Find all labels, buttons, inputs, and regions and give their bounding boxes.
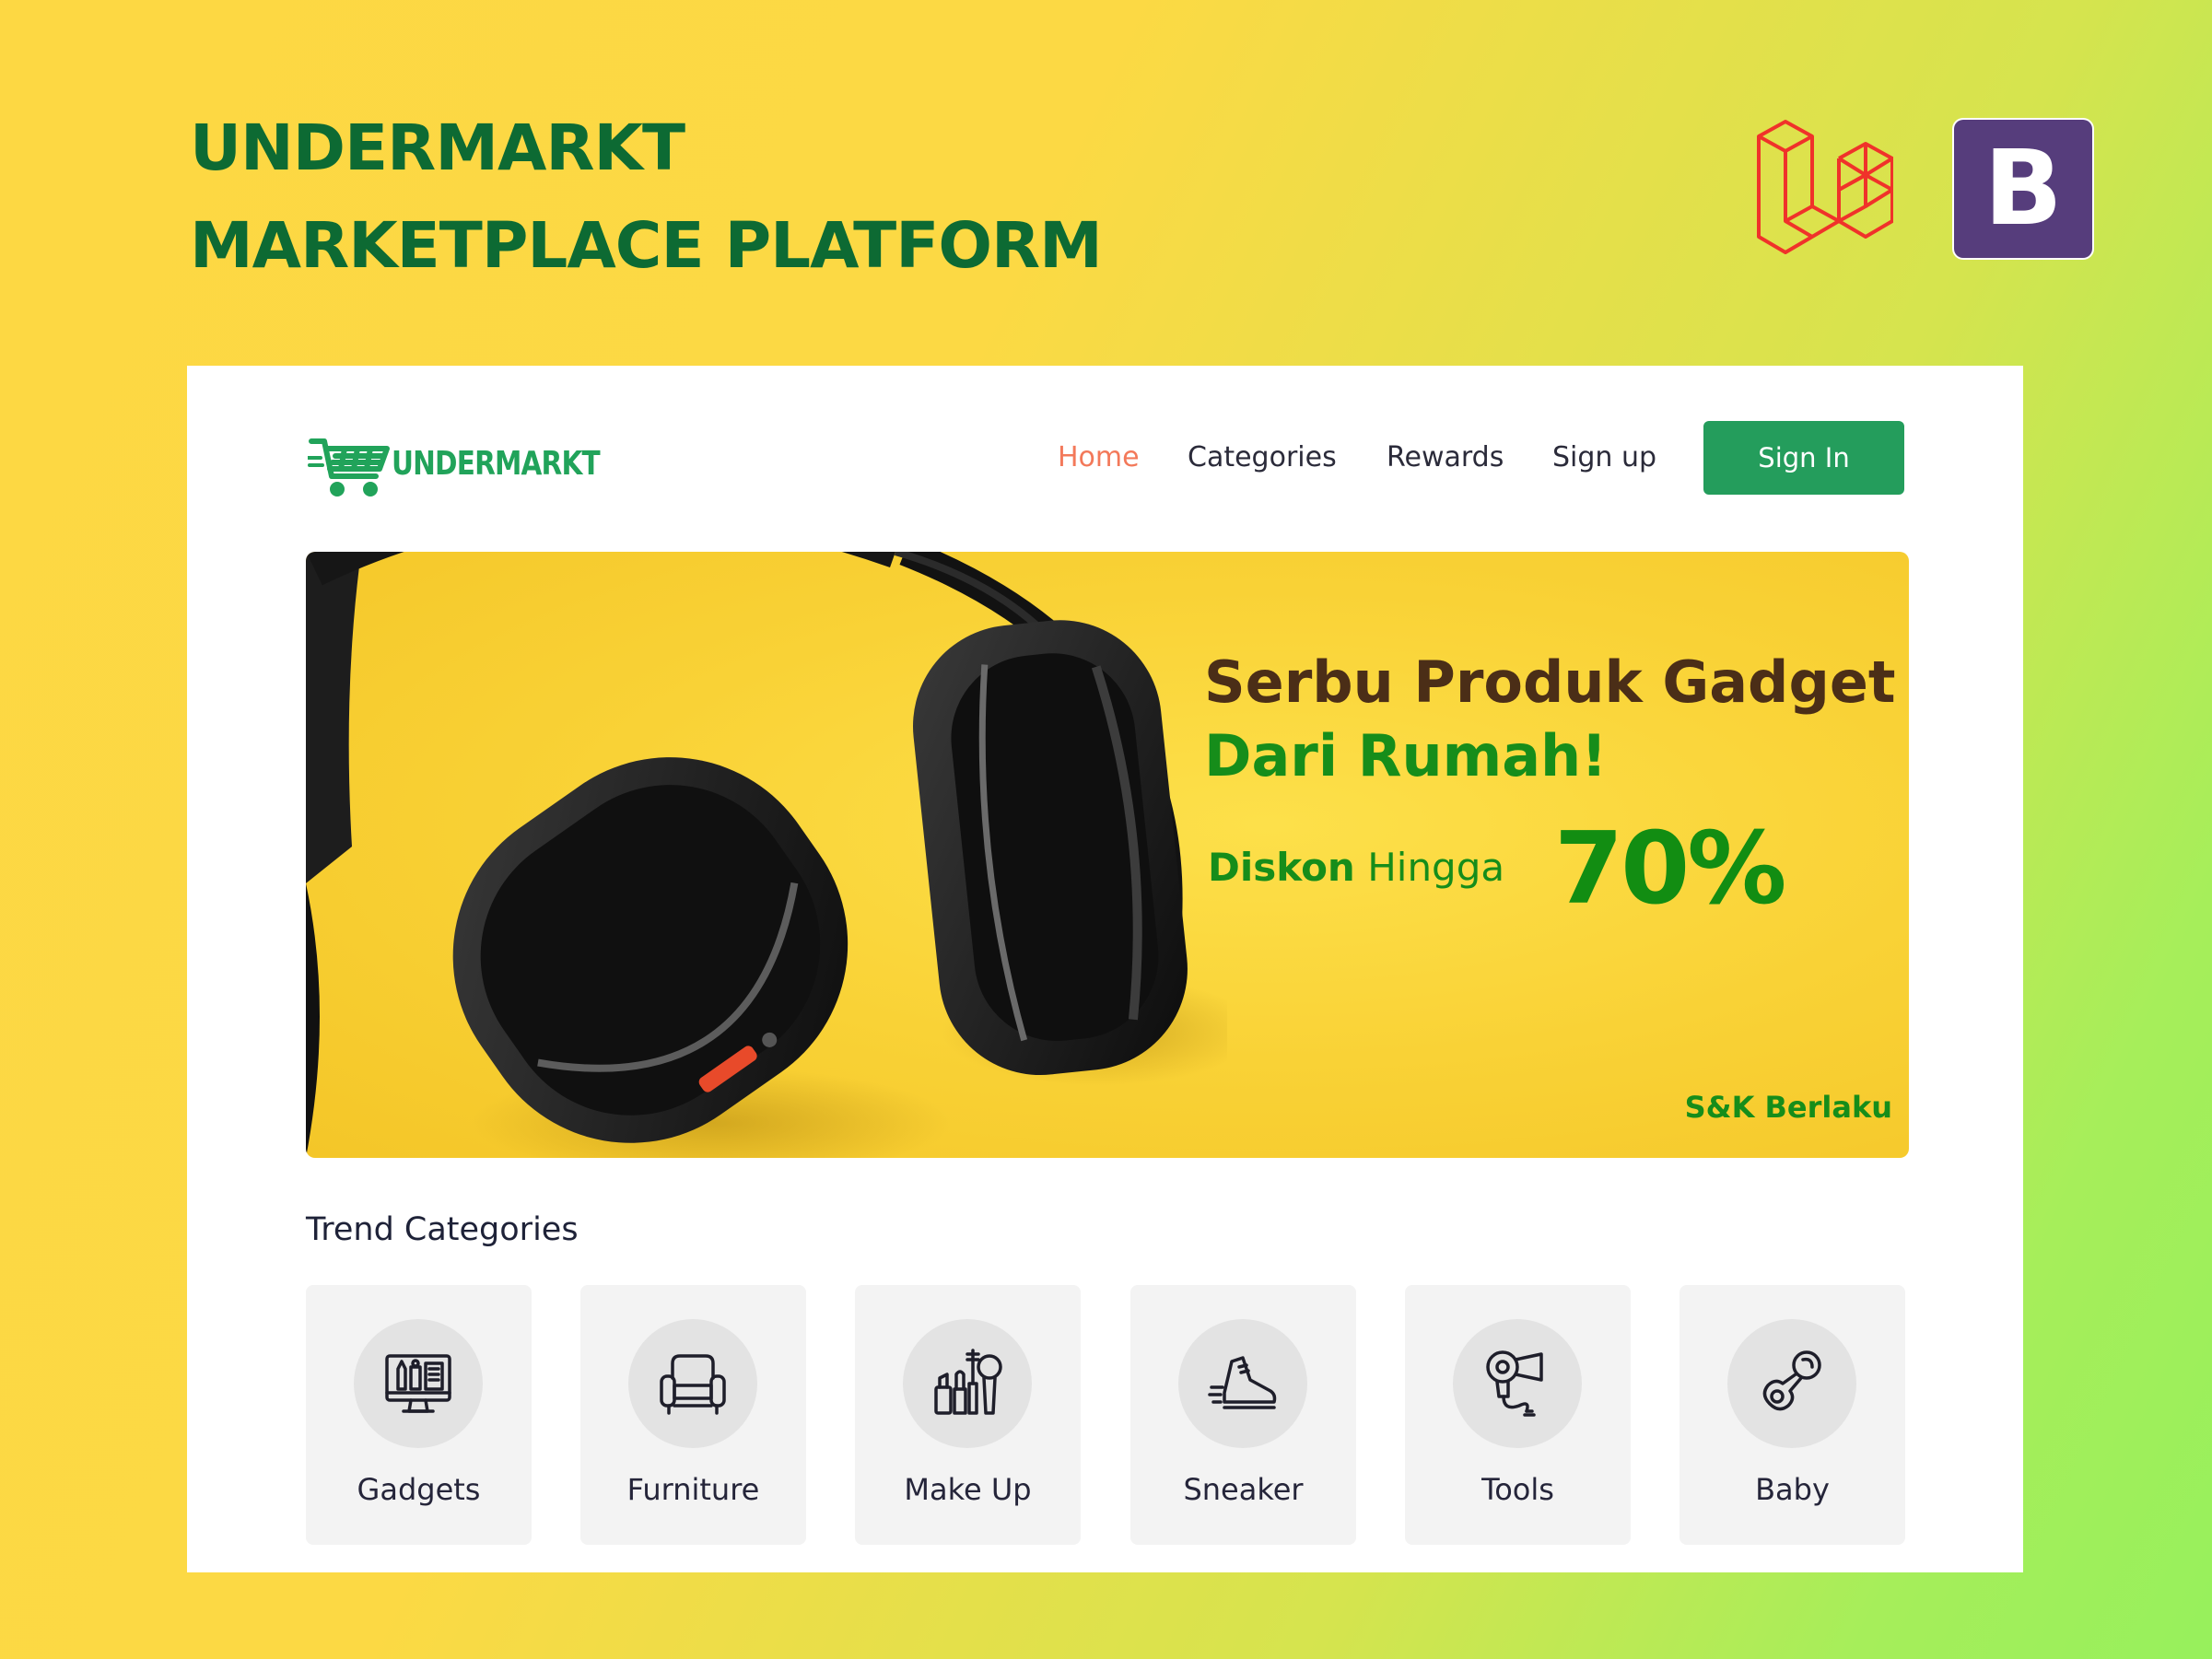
category-icon-circle <box>354 1319 483 1448</box>
pacifier-icon <box>1762 1350 1821 1411</box>
laravel-icon <box>1757 120 1893 254</box>
poster-title-line2: MARKETPLACE PLATFORM <box>190 209 1103 283</box>
category-icon-circle <box>1178 1319 1307 1448</box>
nav-sign-up[interactable]: Sign up <box>1552 441 1656 473</box>
site-logo-text: UNDERMARKT <box>392 445 601 483</box>
category-label: Sneaker <box>1183 1472 1304 1507</box>
nav-rewards[interactable]: Rewards <box>1387 441 1504 473</box>
hair-dryer-icon <box>1486 1350 1543 1417</box>
category-label: Furniture <box>626 1472 760 1507</box>
site-logo[interactable]: UNDERMARKT <box>308 436 601 500</box>
hero-headline: Serbu Produk Gadget Dari Rumah! <box>1204 646 1896 793</box>
headphones-image <box>306 552 1227 1158</box>
sign-in-button[interactable]: Sign In <box>1703 421 1904 495</box>
hero-terms: S&K Berlaku <box>1684 1090 1892 1125</box>
category-card-baby[interactable]: Baby <box>1679 1285 1905 1545</box>
category-card-make-up[interactable]: Make Up <box>855 1285 1081 1545</box>
poster-title-line1: UNDERMARKT <box>190 111 685 185</box>
website-preview: UNDERMARKT Home Categories Rewards Sign … <box>187 366 2023 1572</box>
hero-banner[interactable]: Serbu Produk Gadget Dari Rumah! Diskon H… <box>306 552 1909 1158</box>
category-icon-circle <box>1453 1319 1582 1448</box>
category-label: Tools <box>1481 1472 1554 1507</box>
nav-categories[interactable]: Categories <box>1188 441 1337 473</box>
hero-headline-line1: Serbu Produk Gadget <box>1204 648 1896 716</box>
category-icon-circle <box>903 1319 1032 1448</box>
category-label: Make Up <box>904 1472 1032 1507</box>
category-card-tools[interactable]: Tools <box>1405 1285 1631 1545</box>
category-card-furniture[interactable]: Furniture <box>580 1285 806 1545</box>
sneaker-icon <box>1208 1356 1277 1409</box>
poster-title: UNDERMARKT MARKETPLACE PLATFORM <box>190 99 1103 295</box>
armchair-icon <box>660 1354 726 1415</box>
hero-discount-value: 70% <box>1554 812 1787 927</box>
category-label: Baby <box>1755 1472 1830 1507</box>
category-icon-circle <box>1727 1319 1856 1448</box>
bootstrap-icon: B <box>1954 120 2092 258</box>
shopping-cart-icon <box>308 438 390 497</box>
hero-headline-line2: Dari Rumah! <box>1204 722 1608 789</box>
category-card-gadgets[interactable]: Gadgets <box>306 1285 532 1545</box>
hero-discount-rest: Hingga <box>1367 845 1505 890</box>
makeup-icon <box>934 1349 1002 1415</box>
category-label: Gadgets <box>357 1472 481 1507</box>
category-card-sneaker[interactable]: Sneaker <box>1130 1285 1356 1545</box>
hero-discount-text: Diskon Hingga <box>1208 845 1504 890</box>
trend-categories-title: Trend Categories <box>306 1211 579 1248</box>
category-icon-circle <box>628 1319 757 1448</box>
hero-discount-bold: Diskon <box>1208 845 1355 890</box>
nav-home[interactable]: Home <box>1058 441 1140 473</box>
monitor-icon <box>385 1354 451 1413</box>
